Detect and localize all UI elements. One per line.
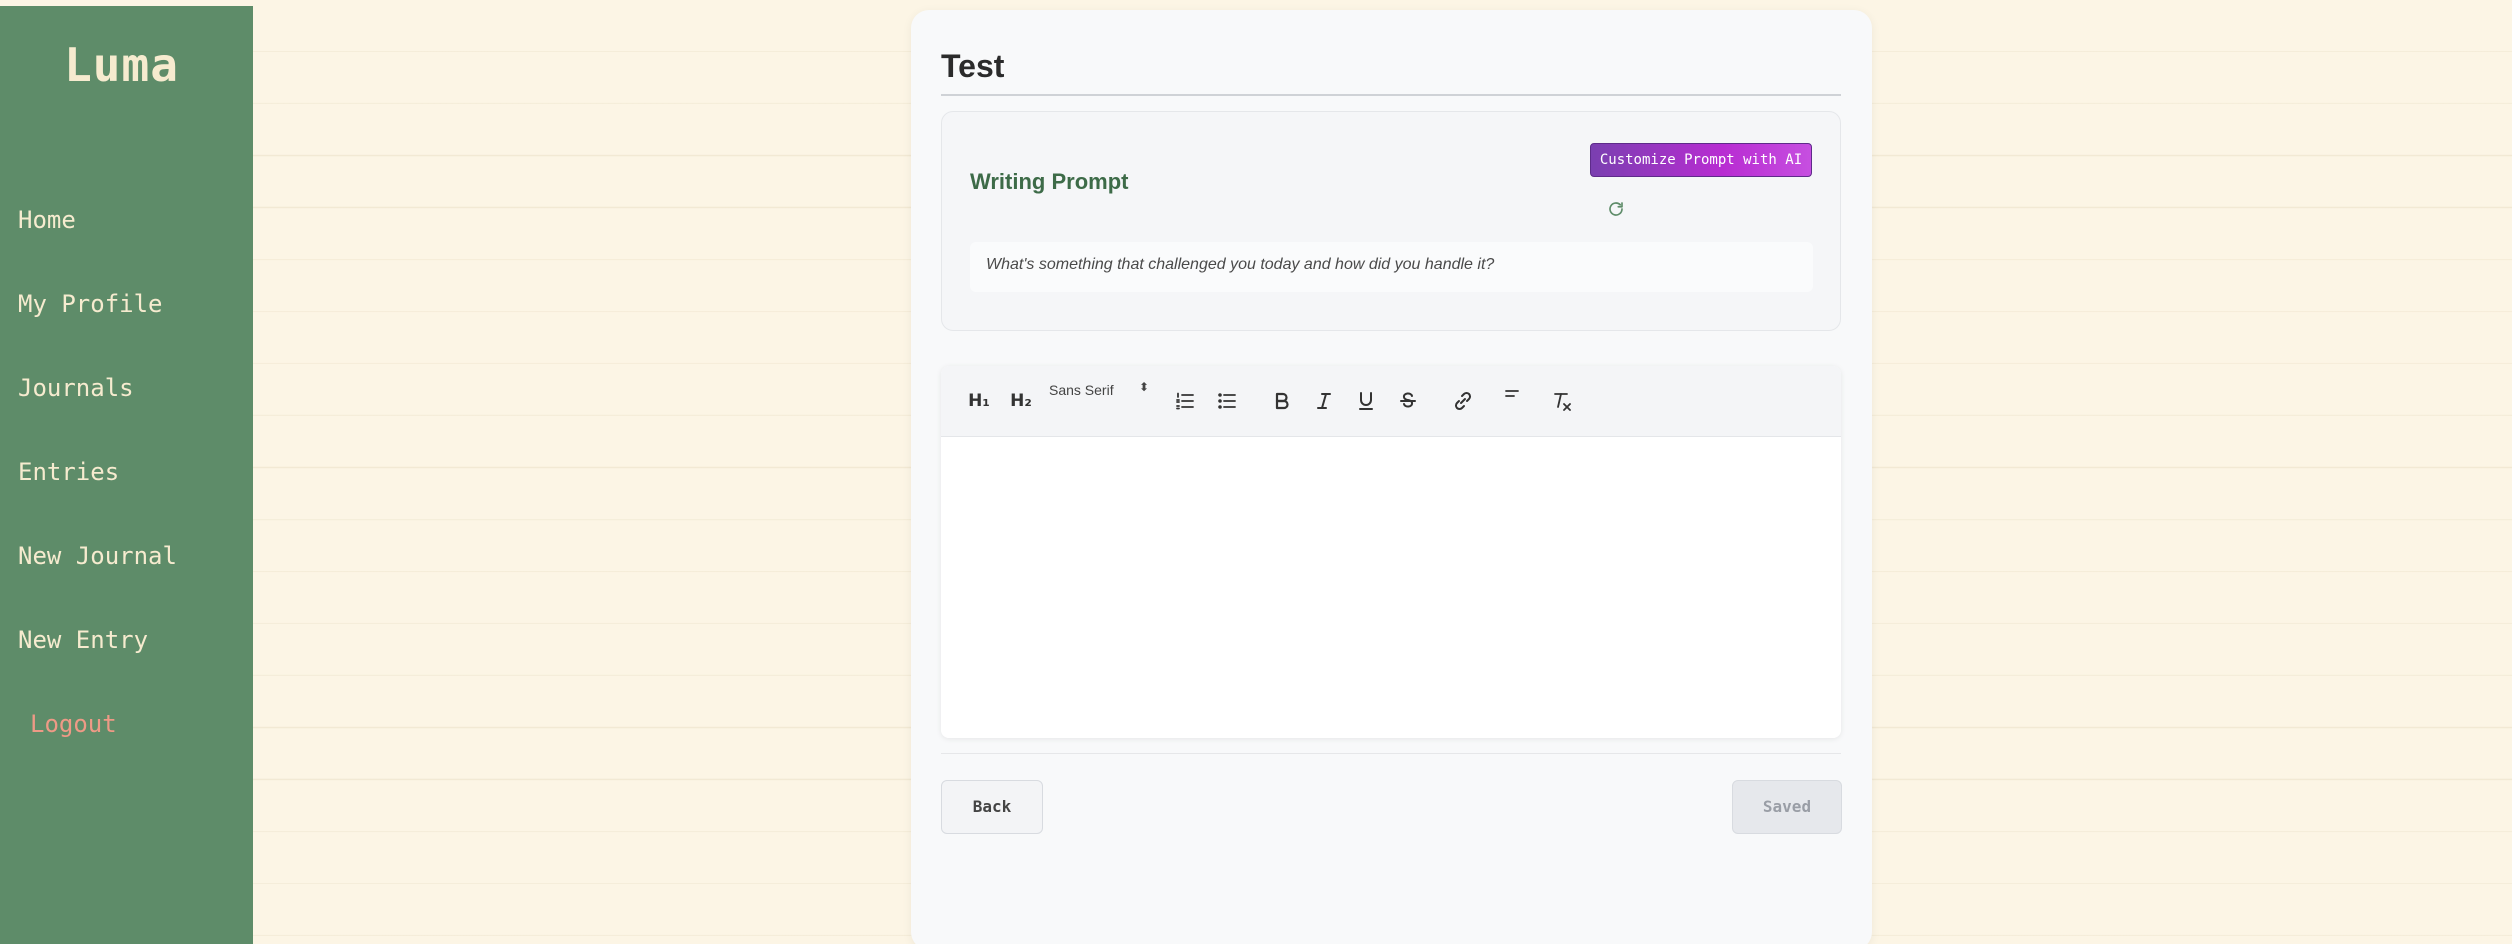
entry-title: Test	[941, 48, 1005, 84]
title-divider	[941, 94, 1841, 96]
italic-icon[interactable]	[1313, 386, 1335, 416]
writing-prompt-label: Writing Prompt	[970, 169, 1129, 194]
nav-logout[interactable]: Logout	[30, 710, 117, 738]
customize-prompt-button[interactable]: Customize Prompt with AI	[1590, 143, 1812, 177]
prompt-text: What's something that challenged you tod…	[986, 256, 1495, 273]
nav-my-profile[interactable]: My Profile	[18, 290, 163, 318]
nav-home[interactable]: Home	[18, 206, 76, 234]
nav-new-entry[interactable]: New Entry	[18, 626, 148, 654]
strike-icon[interactable]	[1397, 386, 1419, 416]
font-family-value: Sans Serif	[1049, 382, 1114, 398]
footer-divider	[941, 753, 1841, 754]
nav-new-journal[interactable]: New Journal	[18, 542, 177, 570]
sidebar: Luma Home My Profile Journals Entries Ne…	[0, 6, 253, 944]
prompt-text-container: What's something that challenged you tod…	[970, 242, 1813, 292]
align-icon[interactable]	[1501, 380, 1523, 410]
editor-toolbar: H₁ H₂ Sans Serif ⬍	[941, 366, 1841, 437]
bold-icon[interactable]	[1271, 386, 1293, 416]
writing-prompt-panel: Writing Prompt Customize Prompt with AI …	[941, 111, 1841, 331]
clear-format-icon[interactable]	[1551, 386, 1573, 416]
select-caret-icon: ⬍	[1139, 380, 1150, 394]
brand-logo[interactable]: Luma	[0, 38, 243, 92]
bullet-list-icon[interactable]	[1215, 386, 1239, 416]
underline-icon[interactable]	[1355, 386, 1377, 416]
rich-text-editor: H₁ H₂ Sans Serif ⬍	[941, 366, 1841, 738]
font-family-select[interactable]: Sans Serif ⬍	[1049, 380, 1150, 406]
refresh-icon[interactable]	[1607, 200, 1625, 218]
saved-button: Saved	[1732, 780, 1842, 834]
ordered-list-icon[interactable]	[1173, 386, 1197, 416]
editor-content-area[interactable]	[941, 438, 1841, 738]
link-icon[interactable]	[1452, 386, 1474, 416]
back-button[interactable]: Back	[941, 780, 1043, 834]
entry-card: Test Writing Prompt Customize Prompt wit…	[911, 10, 1872, 944]
heading1-button[interactable]: H₁	[966, 386, 992, 416]
nav-journals[interactable]: Journals	[18, 374, 134, 402]
nav-entries[interactable]: Entries	[18, 458, 119, 486]
heading2-button[interactable]: H₂	[1008, 386, 1034, 416]
